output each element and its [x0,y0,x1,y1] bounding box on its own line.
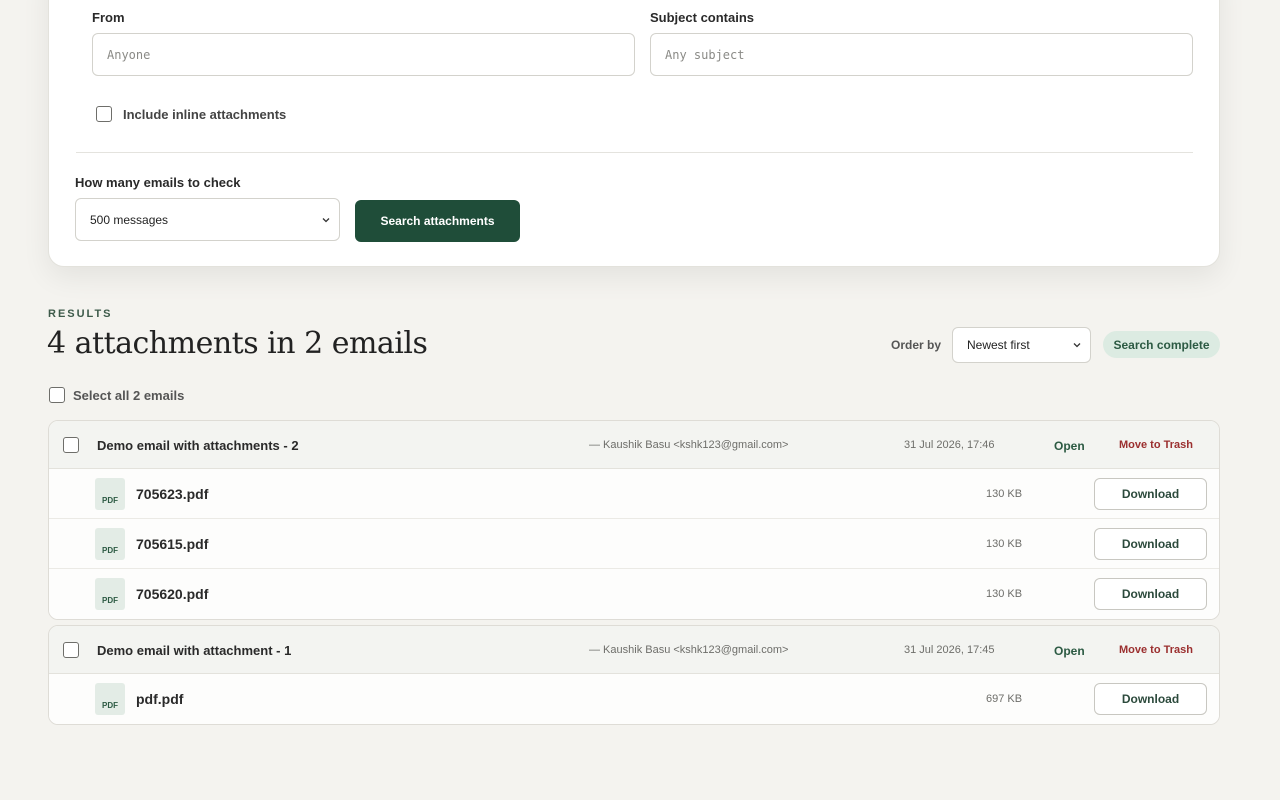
file-type-label: PDF [102,701,118,710]
email-header: Demo email with attachment - 1 — Kaushik… [49,626,1219,674]
email-count-value: 500 messages [90,212,169,227]
results-kicker: RESULTS [48,308,113,320]
file-type-label: PDF [102,596,118,605]
select-all-label: Select all 2 emails [73,388,185,403]
select-all-checkbox[interactable] [49,387,65,403]
attachment-row: PDF pdf.pdf 697 KB Download [49,674,1219,724]
attachment-row: PDF 705620.pdf 130 KB Download [49,569,1219,619]
divider [76,152,1193,153]
status-badge: Search complete [1103,331,1220,358]
move-to-trash-link[interactable]: Move to Trash [1119,644,1193,656]
email-subject: Demo email with attachments - 2 [97,438,299,453]
email-sender: — Kaushik Basu <kshk123@gmail.com> [589,439,789,451]
subject-label: Subject contains [650,10,755,25]
results-title: 4 attachments in 2 emails [47,326,428,361]
order-by-select[interactable]: Newest first [952,327,1091,363]
download-button[interactable]: Download [1094,528,1207,560]
email-date: 31 Jul 2026, 17:45 [904,644,995,656]
email-group: Demo email with attachment - 1 — Kaushik… [48,625,1220,725]
pdf-file-icon: PDF [95,578,125,610]
email-select-checkbox[interactable] [63,437,79,453]
from-input[interactable] [92,33,635,76]
download-button[interactable]: Download [1094,478,1207,510]
open-email-link[interactable]: Open [1054,439,1085,453]
email-sender: — Kaushik Basu <kshk123@gmail.com> [589,644,789,656]
attachment-name: 705623.pdf [136,486,209,502]
pdf-file-icon: PDF [95,478,125,510]
download-button[interactable]: Download [1094,683,1207,715]
pdf-file-icon: PDF [95,683,125,715]
email-count-select[interactable]: 500 messages [75,198,340,241]
attachment-name: 705615.pdf [136,536,209,552]
email-group: Demo email with attachments - 2 — Kaushi… [48,420,1220,620]
order-by-label: Order by [891,338,942,352]
file-type-label: PDF [102,546,118,555]
inline-attachments-checkbox[interactable] [96,106,112,122]
inline-attachments-label: Include inline attachments [123,107,287,122]
order-by-value: Newest first [967,338,1030,352]
attachment-size: 130 KB [986,588,1023,600]
attachment-size: 130 KB [986,538,1023,550]
page: From Subject contains Include inline att… [0,0,1280,800]
email-select-checkbox[interactable] [63,642,79,658]
from-label: From [92,10,125,25]
attachment-size: 130 KB [986,488,1023,500]
pdf-file-icon: PDF [95,528,125,560]
download-button[interactable]: Download [1094,578,1207,610]
attachment-name: 705620.pdf [136,586,209,602]
move-to-trash-link[interactable]: Move to Trash [1119,439,1193,451]
attachment-row: PDF 705615.pdf 130 KB Download [49,519,1219,569]
file-type-label: PDF [102,496,118,505]
chevron-down-icon [322,217,330,222]
attachment-row: PDF 705623.pdf 130 KB Download [49,469,1219,519]
email-header: Demo email with attachments - 2 — Kaushi… [49,421,1219,469]
email-subject: Demo email with attachment - 1 [97,643,292,658]
count-label: How many emails to check [75,175,241,190]
chevron-down-icon [1073,343,1081,348]
email-date: 31 Jul 2026, 17:46 [904,439,995,451]
attachment-name: pdf.pdf [136,691,184,707]
search-attachments-button[interactable]: Search attachments [355,200,520,242]
open-email-link[interactable]: Open [1054,644,1085,658]
filter-card: From Subject contains Include inline att… [48,0,1220,267]
attachment-size: 697 KB [986,693,1023,705]
subject-input[interactable] [650,33,1193,76]
